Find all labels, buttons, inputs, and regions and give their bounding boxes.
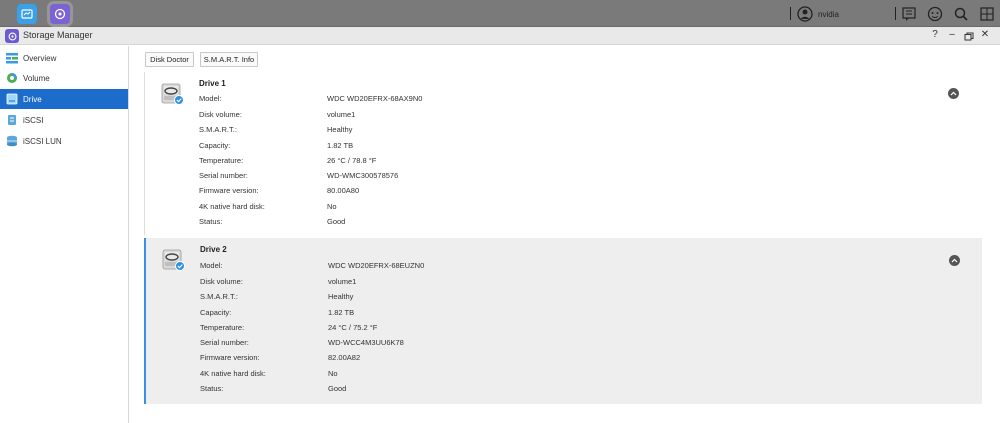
minimize-icon[interactable]: – [946, 29, 958, 40]
drive-card[interactable]: Drive 1 Model: WDC WD20EFRX-68AX9N0 Disk… [144, 72, 982, 235]
smart-label: S.M.A.R.T.: [200, 292, 238, 301]
smart-label: S.M.A.R.T.: [199, 125, 237, 134]
serial-number-label: Serial number: [200, 338, 249, 347]
firmware-version-label: Firmware version: [199, 186, 259, 195]
sidebar-item-label: iSCSI LUN [23, 137, 62, 146]
model-value: WDC WD20EFRX-68EUZN0 [328, 261, 425, 270]
disk-volume-label: Disk volume: [200, 277, 243, 286]
drive-card[interactable]: Drive 2 Model: WDC WD20EFRX-68EUZN0 Disk… [144, 238, 982, 404]
sidebar-item-overview[interactable]: Overview [0, 48, 128, 68]
window-title: Storage Manager [23, 30, 93, 40]
hard-disk-icon [161, 83, 184, 105]
smart-info-button[interactable]: S.M.A.R.T. Info [200, 52, 258, 67]
collapse-button[interactable] [948, 88, 959, 99]
close-icon[interactable]: ✕ [979, 29, 991, 40]
capacity-label: Capacity: [200, 308, 232, 317]
help-icon[interactable]: ? [929, 29, 941, 40]
sidebar-item-label: Overview [23, 54, 57, 63]
username-label[interactable]: nvidia [818, 10, 839, 19]
search-icon[interactable] [953, 6, 969, 22]
serial-number-value: WD-WCC4M3UU6K78 [328, 338, 404, 347]
volume-icon [7, 73, 17, 83]
firmware-version-value: 82.00A82 [328, 353, 361, 362]
sidebar-item-iscsi[interactable]: iSCSI [0, 110, 128, 130]
chevron-up-icon [951, 258, 958, 263]
widgets-icon[interactable] [979, 6, 995, 22]
firmware-version-label: Firmware version: [200, 353, 260, 362]
temperature-label: Temperature: [200, 323, 245, 332]
smart-value: Healthy [328, 292, 354, 301]
disk-volume-value: volume1 [328, 277, 357, 286]
chevron-up-icon [950, 91, 957, 96]
options-icon[interactable] [927, 6, 943, 22]
disk-volume-label: Disk volume: [199, 110, 242, 119]
drive-name: Drive 2 [200, 245, 227, 254]
sidebar-item-label: iSCSI [23, 116, 44, 125]
storage-manager-app-icon [5, 29, 19, 43]
iscsi-lun-icon [7, 135, 17, 147]
native-4k-value: No [327, 202, 337, 211]
temperature-value: 24 °C / 75.2 °F [328, 323, 378, 332]
sidebar: Overview Volume Drive iSCSI iSCSI LUN [0, 46, 129, 423]
sidebar-item-label: Volume [23, 74, 50, 83]
drive-icon [6, 93, 18, 105]
hard-disk-icon [162, 249, 185, 271]
overview-icon [6, 53, 18, 64]
status-value: Good [328, 384, 347, 393]
capacity-value: 1.82 TB [328, 308, 355, 317]
serial-number-value: WD-WMC300578576 [327, 171, 399, 180]
taskbar-separator [790, 7, 791, 20]
taskbar-app-button-dashboard[interactable] [17, 4, 37, 24]
temperature-label: Temperature: [199, 156, 244, 165]
restore-icon[interactable] [963, 32, 975, 41]
storage-manager-icon [54, 8, 66, 20]
taskbar-app-button-storage-manager[interactable] [50, 4, 70, 24]
disk-volume-value: volume1 [327, 110, 356, 119]
status-label: Status: [199, 217, 223, 226]
disk-doctor-button[interactable]: Disk Doctor [145, 52, 194, 67]
temperature-value: 26 °C / 78.8 °F [327, 156, 377, 165]
taskbar-separator [895, 7, 896, 20]
notification-icon[interactable] [901, 6, 917, 22]
model-label: Model: [200, 261, 223, 270]
native-4k-label: 4K native hard disk: [199, 202, 265, 211]
model-value: WDC WD20EFRX-68AX9N0 [327, 94, 423, 103]
sidebar-item-drive[interactable]: Drive [0, 89, 128, 109]
serial-number-label: Serial number: [199, 171, 248, 180]
firmware-version-value: 80.00A80 [327, 186, 360, 195]
smart-value: Healthy [327, 125, 353, 134]
collapse-button[interactable] [949, 255, 960, 266]
user-avatar-icon[interactable] [797, 6, 813, 22]
sidebar-item-volume[interactable]: Volume [0, 68, 128, 88]
status-value: Good [327, 217, 346, 226]
capacity-label: Capacity: [199, 141, 231, 150]
dashboard-icon [21, 9, 33, 19]
sidebar-item-iscsi-lun[interactable]: iSCSI LUN [0, 131, 128, 151]
drive-name: Drive 1 [199, 79, 226, 88]
native-4k-value: No [328, 369, 338, 378]
capacity-value: 1.82 TB [327, 141, 354, 150]
taskbar: nvidia [0, 0, 1000, 27]
model-label: Model: [199, 94, 222, 103]
sidebar-item-label: Drive [23, 95, 42, 104]
native-4k-label: 4K native hard disk: [200, 369, 266, 378]
status-label: Status: [200, 384, 224, 393]
window-titlebar: Storage Manager ? – ✕ [0, 27, 1000, 45]
iscsi-icon [8, 115, 16, 125]
